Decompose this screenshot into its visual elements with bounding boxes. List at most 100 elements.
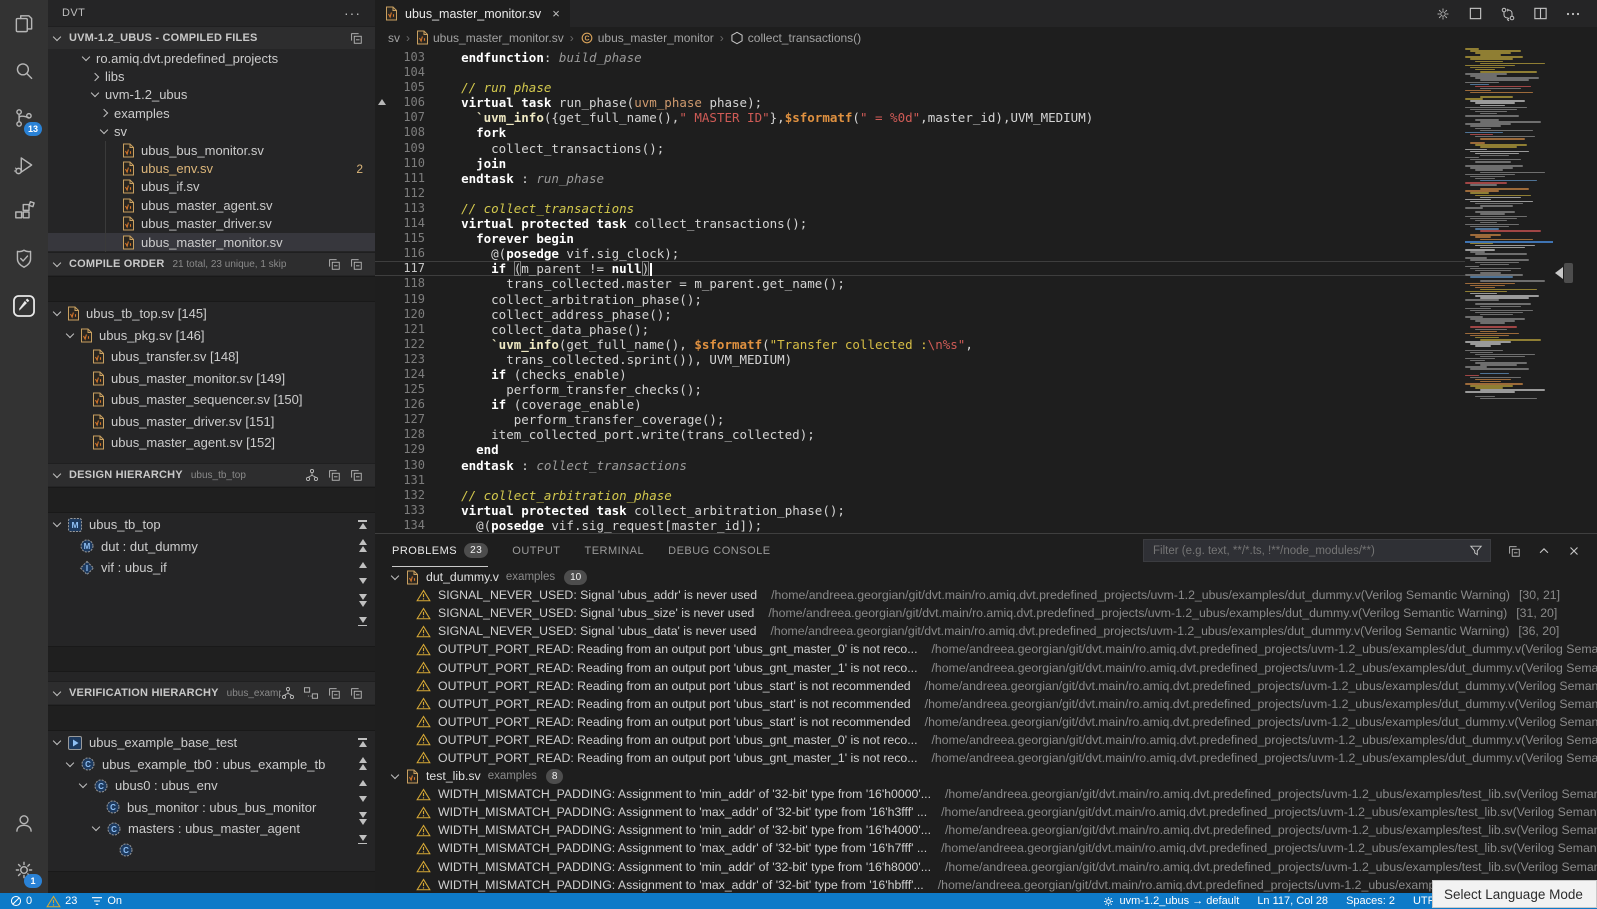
tree-item-verification-hierarchy[interactable]: ubus_example_base_test	[48, 732, 375, 754]
chevron-down-icon[interactable]	[79, 780, 87, 788]
breadcrumb-item[interactable]: sv	[388, 31, 400, 45]
chevron-down-icon[interactable]	[391, 571, 399, 579]
tree-item-compiled-files[interactable]: ubus_master_driver.sv	[48, 215, 375, 233]
code-line[interactable]: 114 virtual protected task collect_trans…	[375, 216, 1465, 231]
problem-row[interactable]: WIDTH_MISMATCH_PADDING: Assignment to 'm…	[375, 839, 1597, 857]
hierarchy-icon[interactable]	[281, 686, 295, 700]
chevron-down-icon[interactable]	[92, 823, 100, 831]
tree-item-compiled-files[interactable]: sv	[48, 123, 375, 141]
code-line[interactable]: 110 join	[375, 156, 1465, 171]
tree-item-compile-order[interactable]: ubus_master_sequencer.sv [150]	[48, 389, 375, 411]
problems-group-row[interactable]: dut_dummy.vexamples10	[375, 568, 1597, 586]
up-icon[interactable]	[359, 562, 367, 568]
more-actions-icon[interactable]: ···	[344, 5, 361, 21]
tree-item-compiled-files[interactable]: ro.amiq.dvt.predefined_projects	[48, 49, 375, 67]
activity-source-control[interactable]: 13	[0, 94, 48, 141]
params-icon[interactable]	[303, 686, 319, 700]
tree-item-compiled-files[interactable]: libs	[48, 67, 375, 85]
status-dvt-build-config[interactable]: uvm-1.2_ubus → default	[1102, 895, 1239, 908]
tree-item-compiled-files[interactable]: uvm-1.2_ubus	[48, 86, 375, 104]
problem-row[interactable]: SIGNAL_NEVER_USED: Signal 'ubus_size' is…	[375, 604, 1597, 622]
collapse-all-icon[interactable]	[327, 468, 341, 482]
problems-group-row[interactable]: test_lib.svexamples8	[375, 767, 1597, 785]
tree-item-compiled-files[interactable]: ubus_if.sv	[48, 178, 375, 196]
tree-item-compiled-files[interactable]: examples	[48, 104, 375, 122]
problem-row[interactable]: OUTPUT_PORT_READ: Reading from an output…	[375, 677, 1597, 695]
tab-ubus-master-monitor[interactable]: ubus_master_monitor.sv ×	[375, 0, 570, 27]
tree-item-compiled-files[interactable]: ubus_master_monitor.sv	[48, 233, 375, 251]
page-down-icon[interactable]	[359, 594, 367, 607]
problem-row[interactable]: WIDTH_MISMATCH_PADDING: Assignment to 'm…	[375, 803, 1597, 821]
collapse-all-icon[interactable]	[349, 686, 363, 700]
code-line[interactable]: 125 perform_transfer_checks();	[375, 382, 1465, 397]
tree-item-verification-hierarchy[interactable]: Cmasters : ubus_master_agent	[48, 818, 375, 840]
code-line[interactable]: 122 `uvm_info(get_full_name(), $sformatf…	[375, 337, 1465, 352]
tree-item-compile-order[interactable]: ubus_pkg.sv [146]	[48, 325, 375, 347]
scroll-marker-icon[interactable]	[1555, 267, 1563, 279]
breadcrumb-item[interactable]: collect_transactions()	[730, 31, 861, 45]
verification-hierarchy-bottom-input[interactable]	[48, 871, 375, 893]
status-cursor-position[interactable]: Ln 117, Col 28	[1257, 895, 1328, 907]
tree-item-compile-order[interactable]: ubus_master_driver.sv [151]	[48, 411, 375, 433]
tree-item-compiled-files[interactable]: ubus_env.sv2	[48, 159, 375, 177]
code-line[interactable]: 109 collect_transactions();	[375, 141, 1465, 156]
code-line[interactable]: 129 end	[375, 442, 1465, 457]
code-line[interactable]: 103 endfunction: build_phase	[375, 50, 1465, 65]
code-line[interactable]: 130 endtask : collect_transactions	[375, 458, 1465, 473]
code-line[interactable]: 127 perform_transfer_coverage();	[375, 412, 1465, 427]
activity-dvt-checks[interactable]	[0, 235, 48, 282]
scroll-top-icon[interactable]	[358, 520, 367, 529]
design-hierarchy-filter-input[interactable]	[48, 487, 375, 513]
tree-item-verification-hierarchy[interactable]: Cubus0 : ubus_env	[48, 775, 375, 797]
chevron-down-icon[interactable]	[82, 52, 90, 60]
square-icon[interactable]	[1468, 6, 1483, 21]
problem-row[interactable]: OUTPUT_PORT_READ: Reading from an output…	[375, 713, 1597, 731]
gear-sm-icon[interactable]	[1435, 6, 1451, 22]
tree-item-compile-order[interactable]: ubus_master_agent.sv [152]	[48, 432, 375, 454]
activity-search[interactable]	[0, 47, 48, 94]
code-line[interactable]: 107 `uvm_info({get_full_name()," MASTER …	[375, 110, 1465, 125]
hierarchy-icon[interactable]	[305, 468, 319, 482]
code-line[interactable]: 132 // collect_arbitration_phase	[375, 488, 1465, 503]
chevron-down-icon[interactable]	[53, 519, 61, 527]
tree-item-compiled-files[interactable]: ubus_master_agent.sv	[48, 196, 375, 214]
collapse-all-icon[interactable]	[349, 257, 363, 271]
code-line[interactable]: 112	[375, 186, 1465, 201]
problem-row[interactable]: WIDTH_MISMATCH_PADDING: Assignment to 'm…	[375, 785, 1597, 803]
page-up-icon[interactable]	[359, 757, 367, 770]
status-filter-toggle[interactable]: On	[91, 895, 122, 907]
code-line[interactable]: 105 // run phase	[375, 80, 1465, 95]
verification-hierarchy-filter-input[interactable]	[48, 705, 375, 731]
chevron-down-icon[interactable]	[66, 330, 74, 338]
activity-run-and-debug[interactable]	[0, 141, 48, 188]
breadcrumb-item[interactable]: ubus_master_monitor.sv	[416, 30, 564, 45]
scroll-bottom-icon[interactable]	[358, 835, 367, 844]
page-down-icon[interactable]	[359, 812, 367, 825]
compare-icon[interactable]	[1500, 6, 1516, 22]
code-line[interactable]: 119 collect_arbitration_phase();	[375, 292, 1465, 307]
collapse-all-icon[interactable]	[327, 686, 341, 700]
section-header-verification-hierarchy[interactable]: VERIFICATION HIERARCHYubus_example_base_…	[48, 681, 375, 704]
problem-row[interactable]: OUTPUT_PORT_READ: Reading from an output…	[375, 658, 1597, 676]
code-line[interactable]: 104	[375, 65, 1465, 80]
close-tab-icon[interactable]: ×	[552, 6, 560, 21]
chevron-down-icon[interactable]	[53, 737, 61, 745]
down-icon[interactable]	[359, 796, 367, 802]
code-line[interactable]: 113 // collect_transactions	[375, 201, 1465, 216]
problem-row[interactable]: WIDTH_MISMATCH_PADDING: Assignment to 'm…	[375, 876, 1597, 894]
problem-row[interactable]: SIGNAL_NEVER_USED: Signal 'ubus_addr' is…	[375, 586, 1597, 604]
code-line[interactable]: 133 virtual protected task collect_arbit…	[375, 503, 1465, 518]
collapse-panel-icon[interactable]	[1537, 544, 1551, 558]
tree-item-verification-hierarchy[interactable]: C	[48, 840, 375, 862]
breadcrumb-item[interactable]: Cubus_master_monitor	[580, 31, 714, 45]
activity-manage-settings[interactable]: 1	[0, 846, 48, 893]
more-icon[interactable]	[1565, 6, 1581, 22]
tree-item-design-hierarchy[interactable]: Ivif : ubus_if	[48, 557, 375, 579]
chevron-down-icon[interactable]	[391, 770, 399, 778]
code-line[interactable]: 106 virtual task run_phase(uvm_phase pha…	[375, 95, 1465, 110]
activity-dvt-tools[interactable]	[0, 282, 48, 329]
problems-filter-input[interactable]	[1151, 544, 1463, 558]
compile-order-filter-input[interactable]	[48, 276, 375, 302]
code-line[interactable]: 121 collect_data_phase();	[375, 322, 1465, 337]
panel-tab-problems[interactable]: PROBLEMS23	[392, 534, 488, 567]
